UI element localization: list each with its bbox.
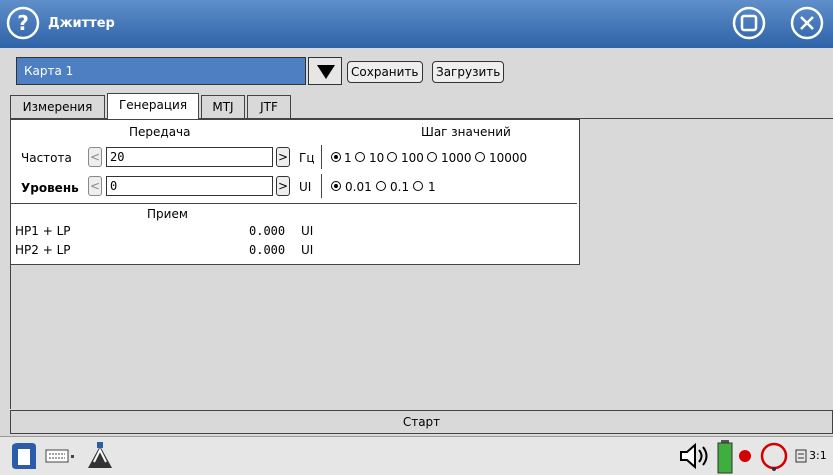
freq-step-label: 100 — [401, 151, 424, 165]
tab-jtf[interactable]: JTF — [247, 95, 291, 119]
level-input[interactable]: 0 — [106, 176, 273, 196]
divider — [321, 174, 322, 198]
speaker-icon[interactable] — [679, 443, 713, 469]
step-header: Шаг значений — [421, 125, 511, 139]
freq-step-radio-100[interactable] — [387, 152, 397, 162]
title-bar: ? Джиттер — [0, 0, 833, 48]
level-step-label: 0.01 — [345, 180, 372, 194]
tab-measurements[interactable]: Измерения — [10, 95, 105, 119]
level-step-radio-0.01[interactable] — [331, 181, 341, 191]
help-icon[interactable]: ? — [6, 6, 40, 40]
record-indicator-icon — [739, 450, 751, 462]
freq-step-radio-10000[interactable] — [475, 152, 485, 162]
start-button[interactable]: Старт — [10, 410, 833, 434]
level-step-label: 0.1 — [390, 180, 410, 194]
transmit-header: Передача — [129, 125, 191, 139]
generation-settings-box: Передача Шаг значений Частота < 20 > Гц … — [10, 119, 580, 265]
level-step-radio-0.1[interactable] — [376, 181, 386, 191]
keyboard-icon[interactable] — [45, 449, 75, 463]
close-icon[interactable] — [790, 6, 824, 40]
device-logo-icon[interactable] — [6, 441, 38, 471]
receive-row-label: HP2 + LP — [15, 243, 71, 257]
level-step-radio-1[interactable] — [413, 181, 423, 191]
level-decrease-button[interactable]: < — [88, 176, 102, 196]
port-indicator-icon — [795, 449, 807, 463]
frequency-decrease-button[interactable]: < — [88, 147, 102, 167]
save-button[interactable]: Сохранить — [347, 61, 423, 83]
receive-row-unit: UI — [301, 224, 314, 238]
freq-step-label: 1 — [344, 151, 352, 165]
tools-icon[interactable] — [80, 440, 120, 472]
freq-step-radio-1[interactable] — [331, 152, 341, 162]
profile-select[interactable]: Карта 1 — [16, 57, 306, 85]
receive-row-label: HP1 + LP — [15, 224, 71, 238]
battery-icon — [717, 440, 733, 474]
port-indicator-text: 3:1 — [809, 449, 827, 462]
load-button[interactable]: Загрузить — [432, 61, 505, 83]
frequency-increase-button[interactable]: > — [276, 147, 290, 167]
receive-header: Прием — [147, 207, 188, 221]
frequency-unit: Гц — [299, 151, 315, 165]
taskbar: 3:1 — [0, 436, 833, 475]
receive-row-unit: UI — [301, 243, 314, 257]
level-step-label: 1 — [428, 180, 436, 194]
level-unit: UI — [299, 180, 312, 194]
freq-step-radio-10[interactable] — [355, 152, 365, 162]
freq-step-radio-1000[interactable] — [427, 152, 437, 162]
stop-icon[interactable] — [732, 6, 766, 40]
tab-mtj[interactable]: MTJ — [201, 95, 245, 119]
level-label: Уровень — [21, 181, 79, 195]
receive-row-value: 0.000 — [249, 224, 286, 238]
tab-generation[interactable]: Генерация — [107, 93, 199, 119]
freq-step-label: 1000 — [441, 151, 472, 165]
level-increase-button[interactable]: > — [276, 176, 290, 196]
window-title: Джиттер — [48, 16, 115, 31]
freq-step-label: 10000 — [489, 151, 528, 165]
svg-text:?: ? — [17, 11, 29, 35]
receive-row-value: 0.000 — [249, 243, 286, 257]
profile-dropdown-button[interactable] — [308, 57, 342, 85]
frequency-input[interactable]: 20 — [106, 147, 273, 167]
status-ring-icon[interactable] — [759, 441, 789, 473]
divider — [321, 145, 322, 169]
section-divider — [11, 203, 577, 204]
freq-step-label: 10 — [369, 151, 385, 165]
frequency-label: Частота — [21, 151, 72, 165]
